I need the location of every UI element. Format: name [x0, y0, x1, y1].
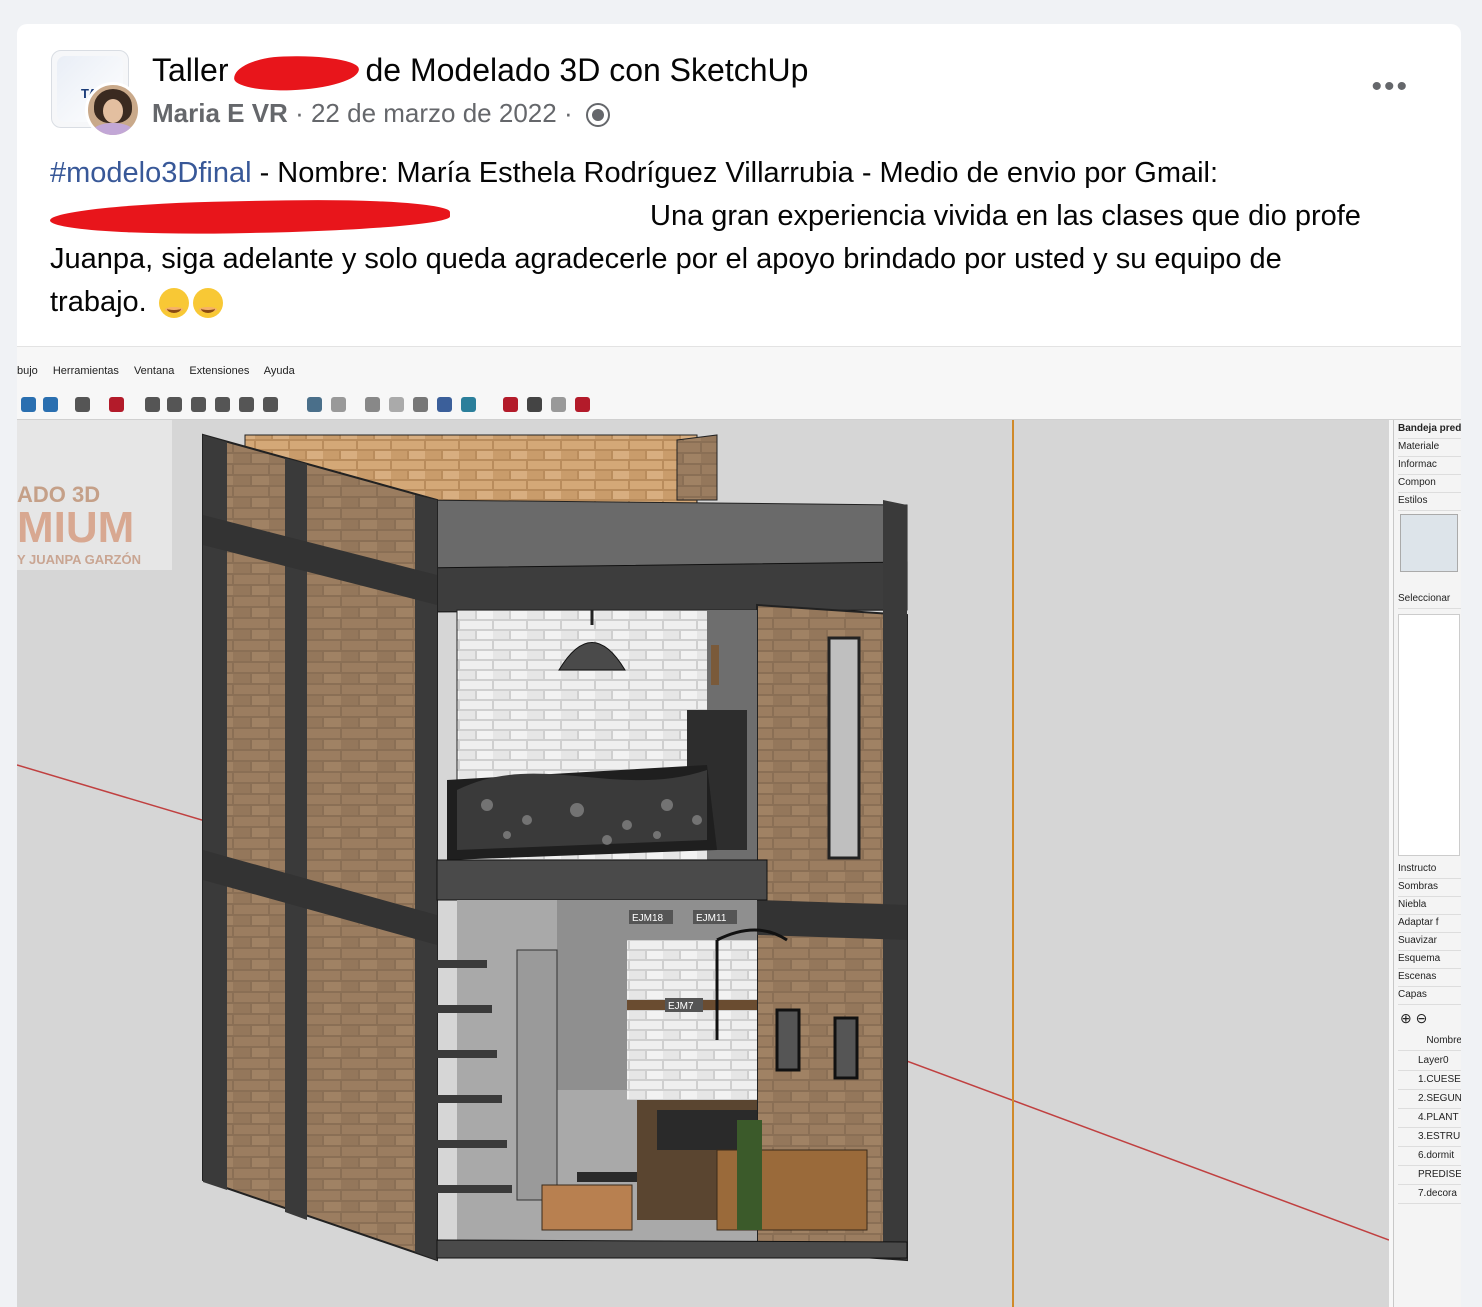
meta-separator: · — [295, 98, 304, 128]
redaction-mark — [49, 197, 451, 237]
tray-item-outliner[interactable]: Esquema — [1398, 950, 1461, 969]
default-tray-panel: Bandeja pred Materiale Informac Compon E… — [1393, 420, 1461, 1307]
audience-icon[interactable] — [585, 103, 610, 128]
view-front-icon[interactable] — [191, 397, 206, 412]
extension-icon[interactable] — [551, 397, 566, 412]
layer-row[interactable]: 2.SEGUN — [1398, 1090, 1461, 1109]
undo-icon[interactable] — [21, 397, 36, 412]
model-viewport[interactable]: ADO 3D MIUM Y JUANPA GARZÓN EJM18 EJM11 … — [17, 420, 1389, 1307]
post-text-line1: - Nombre: María Esthela Rodríguez Villar… — [251, 157, 1219, 189]
smiling-emoji-icon — [192, 288, 223, 319]
hashtag-link[interactable]: #modelo3Dfinal — [50, 157, 252, 189]
tray-item-scenes[interactable]: Escenas — [1398, 968, 1461, 987]
watermark: ADO 3D MIUM Y JUANPA GARZÓN — [17, 420, 172, 570]
post-meta: Maria E VR · 22 de marzo de 2022 · — [152, 98, 610, 129]
post-image[interactable]: bujo Herramientas Ventana Extensiones Ay… — [17, 346, 1461, 1307]
menu-item[interactable]: Extensiones — [189, 365, 249, 377]
smiling-emoji-icon — [158, 288, 189, 319]
layers-name-header: Nombre — [1398, 1032, 1461, 1051]
add-layer-icon[interactable]: ⊕ ⊖ — [1400, 1010, 1427, 1027]
tray-item-styles[interactable]: Estilos — [1398, 492, 1461, 511]
layer-row[interactable]: 7.decora — [1398, 1185, 1461, 1204]
tray-item-components[interactable]: Compon — [1398, 474, 1461, 493]
view-left-icon[interactable] — [263, 397, 278, 412]
hidden-line-icon[interactable] — [365, 397, 380, 412]
watermark-line3: Y JUANPA GARZÓN — [17, 552, 141, 567]
tray-item-entity-info[interactable]: Informac — [1398, 456, 1461, 475]
menu-item[interactable]: Ayuda — [264, 365, 295, 377]
tray-item-soften[interactable]: Suavizar — [1398, 932, 1461, 951]
xray-icon[interactable] — [307, 397, 322, 412]
layer-row[interactable]: PREDISE — [1398, 1166, 1461, 1185]
view-top-icon[interactable] — [167, 397, 182, 412]
more-options-button[interactable]: ••• — [1371, 72, 1409, 102]
view-back-icon[interactable] — [239, 397, 254, 412]
model-label-ejm11: EJM11 — [696, 913, 727, 924]
post-card: TA Tallerde Modelado 3D con SketchUp Mar… — [17, 24, 1461, 1307]
style-browser-area[interactable] — [1398, 614, 1460, 856]
sketchup-menubar: bujo Herramientas Ventana Extensiones Ay… — [17, 365, 307, 387]
model-label-ejm7: EJM7 — [668, 1001, 694, 1012]
layer-row[interactable]: 4.PLANT — [1398, 1109, 1461, 1128]
tray-item-instructor[interactable]: Instructo — [1398, 860, 1461, 879]
tray-title: Bandeja pred — [1398, 420, 1461, 439]
tray-item-materials[interactable]: Materiale — [1398, 438, 1461, 457]
redaction-mark — [233, 53, 361, 92]
layer-row[interactable]: 1.CUESE — [1398, 1071, 1461, 1090]
post-title: Taller de Modelado 3D con SketchUp — [152, 52, 808, 92]
tray-item-shadows[interactable]: Sombras — [1398, 878, 1461, 897]
menu-item[interactable]: Ventana — [134, 365, 174, 377]
wireframe-icon[interactable] — [331, 397, 346, 412]
menu-item[interactable]: bujo — [17, 365, 38, 377]
author-name[interactable]: Maria E VR — [152, 98, 288, 128]
extension-icon[interactable] — [503, 397, 518, 412]
tray-select-label: Seleccionar — [1398, 590, 1461, 609]
layer-row[interactable]: Layer0 — [1398, 1052, 1461, 1071]
tray-item-fog[interactable]: Niebla — [1398, 896, 1461, 915]
extension-icon[interactable] — [527, 397, 542, 412]
monochrome-icon[interactable] — [437, 397, 452, 412]
post-body: #modelo3Dfinal - Nombre: María Esthela R… — [49, 152, 1380, 324]
model-label-ejm18: EJM18 — [632, 913, 664, 924]
meta-separator: · — [563, 98, 573, 128]
style-thumbnail[interactable] — [1400, 514, 1458, 572]
style-icon[interactable] — [461, 397, 476, 412]
redo-icon[interactable] — [43, 397, 58, 412]
sketchup-toolbar — [17, 391, 1461, 420]
component-icon[interactable] — [75, 397, 90, 412]
house-model-render: ADO 3D MIUM Y JUANPA GARZÓN EJM18 EJM11 … — [17, 420, 1389, 1307]
tray-item-match-photo[interactable]: Adaptar f — [1398, 914, 1461, 933]
view-iso-icon[interactable] — [145, 397, 160, 412]
group-name-prefix[interactable]: Taller — [152, 52, 228, 88]
layer-row[interactable]: 3.ESTRU — [1398, 1128, 1461, 1147]
menu-item[interactable]: Herramientas — [53, 365, 119, 377]
watermark-line2: MIUM — [17, 503, 134, 552]
extension-icon[interactable] — [575, 397, 590, 412]
tray-item-layers[interactable]: Capas — [1398, 986, 1461, 1005]
group-name-suffix[interactable]: de Modelado 3D con SketchUp — [365, 52, 808, 88]
3d-warehouse-icon[interactable] — [109, 397, 124, 412]
post-date[interactable]: 22 de marzo de 2022 — [311, 98, 557, 128]
textured-icon[interactable] — [413, 397, 428, 412]
view-right-icon[interactable] — [215, 397, 230, 412]
shaded-icon[interactable] — [389, 397, 404, 412]
user-avatar[interactable] — [85, 82, 141, 138]
layer-row[interactable]: 6.dormit — [1398, 1147, 1461, 1166]
